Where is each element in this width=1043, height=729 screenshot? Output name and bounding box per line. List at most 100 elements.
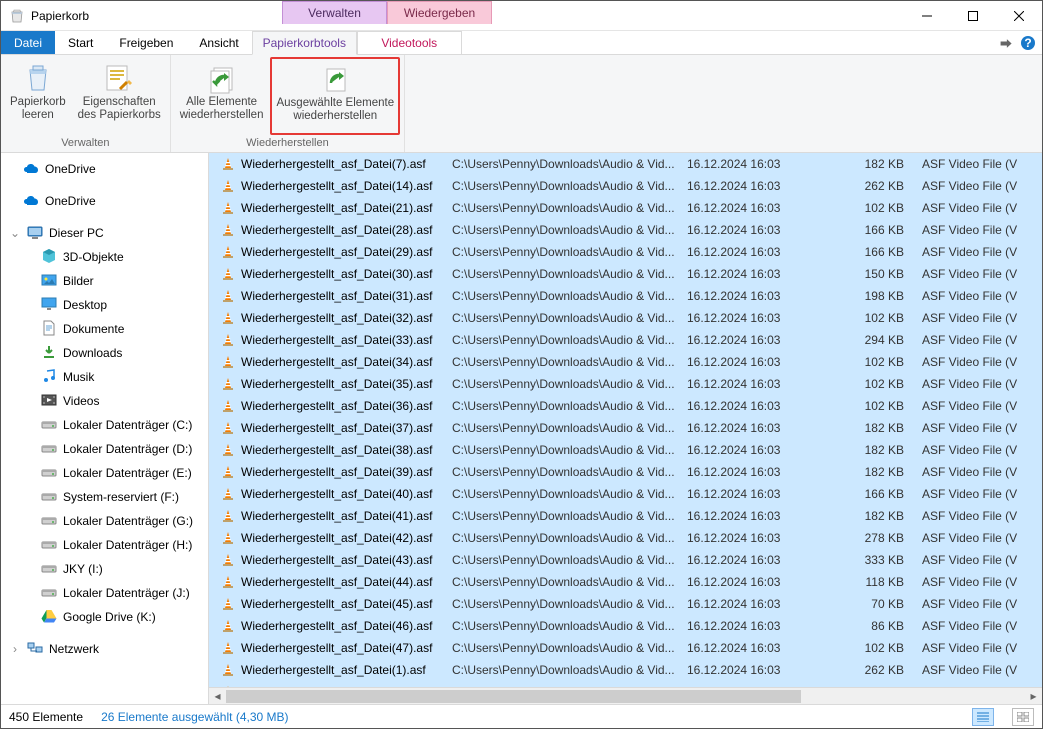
navigation-pane[interactable]: OneDrive OneDrive ⌄ Dieser PC 3D-Objekte… bbox=[1, 153, 209, 704]
help-icon[interactable]: ? bbox=[1020, 35, 1036, 51]
nav-item-2[interactable]: Desktop bbox=[1, 293, 208, 317]
file-row[interactable]: Wiederhergestellt_asf_Datei(40).asfC:\Us… bbox=[209, 483, 1042, 505]
horizontal-scrollbar[interactable]: ◂ ▸ bbox=[209, 687, 1042, 704]
nav-item-6[interactable]: Videos bbox=[1, 389, 208, 413]
file-location: C:\Users\Penny\Downloads\Audio & Vid... bbox=[452, 553, 687, 567]
nav-item-13[interactable]: JKY (I:) bbox=[1, 557, 208, 581]
file-row[interactable]: Wiederhergestellt_asf_Datei(14).asfC:\Us… bbox=[209, 175, 1042, 197]
scroll-right-icon[interactable]: ▸ bbox=[1025, 688, 1042, 705]
nav-item-5[interactable]: Musik bbox=[1, 365, 208, 389]
title-bar: Papierkorb Verwalten Wiedergeben bbox=[1, 1, 1042, 31]
file-type: ASF Video File (V bbox=[922, 509, 1042, 523]
empty-bin-icon bbox=[22, 62, 54, 94]
restore-selected-button[interactable]: Ausgewählte Elemente wiederherstellen bbox=[270, 57, 400, 135]
chevron-right-icon[interactable]: › bbox=[9, 642, 21, 656]
context-tab-manage[interactable]: Verwalten bbox=[282, 1, 387, 24]
file-location: C:\Users\Penny\Downloads\Audio & Vid... bbox=[452, 421, 687, 435]
view-details-button[interactable] bbox=[972, 708, 994, 726]
file-row[interactable]: Wiederhergestellt_asf_Datei(28).asfC:\Us… bbox=[209, 219, 1042, 241]
nav-item-0[interactable]: 3D-Objekte bbox=[1, 245, 208, 269]
minimize-button[interactable] bbox=[904, 1, 950, 31]
menu-share[interactable]: Freigeben bbox=[106, 31, 186, 54]
nav-item-14[interactable]: Lokaler Datenträger (J:) bbox=[1, 581, 208, 605]
file-row[interactable]: Wiederhergestellt_asf_Datei(1).asfC:\Use… bbox=[209, 659, 1042, 681]
context-tab-playback[interactable]: Wiedergeben bbox=[387, 1, 492, 24]
nav-this-pc[interactable]: ⌄ Dieser PC bbox=[1, 221, 208, 245]
file-row[interactable]: Wiederhergestellt_asf_Datei(30).asfC:\Us… bbox=[209, 263, 1042, 285]
properties-icon bbox=[103, 62, 135, 94]
file-type: ASF Video File (V bbox=[922, 487, 1042, 501]
menu-file[interactable]: Datei bbox=[1, 31, 55, 54]
file-date: 16.12.2024 16:03 bbox=[687, 663, 822, 677]
file-row[interactable]: Wiederhergestellt_asf_Datei(32).asfC:\Us… bbox=[209, 307, 1042, 329]
file-row[interactable]: Wiederhergestellt_asf_Datei(35).asfC:\Us… bbox=[209, 373, 1042, 395]
file-row[interactable]: Wiederhergestellt_asf_Datei(34).asfC:\Us… bbox=[209, 351, 1042, 373]
menu-video-tools[interactable]: Videotools bbox=[357, 31, 462, 55]
nav-item-3[interactable]: Dokumente bbox=[1, 317, 208, 341]
vlc-icon bbox=[221, 289, 235, 303]
nav-onedrive[interactable]: OneDrive bbox=[1, 157, 208, 181]
nav-item-8[interactable]: Lokaler Datenträger (D:) bbox=[1, 437, 208, 461]
vlc-icon bbox=[221, 443, 235, 457]
file-type: ASF Video File (V bbox=[922, 465, 1042, 479]
close-button[interactable] bbox=[996, 1, 1042, 31]
nav-item-10[interactable]: System-reserviert (F:) bbox=[1, 485, 208, 509]
file-name: Wiederhergestellt_asf_Datei(43).asf bbox=[237, 553, 452, 567]
file-row[interactable]: Wiederhergestellt_asf_Datei(39).asfC:\Us… bbox=[209, 461, 1042, 483]
file-size: 333 KB bbox=[822, 553, 922, 567]
scroll-thumb[interactable] bbox=[226, 690, 801, 703]
scroll-left-icon[interactable]: ◂ bbox=[209, 688, 226, 705]
vlc-icon bbox=[221, 663, 235, 677]
recycle-bin-properties-button[interactable]: Eigenschaften des Papierkorbs bbox=[73, 57, 166, 135]
file-name: Wiederhergestellt_asf_Datei(28).asf bbox=[237, 223, 452, 237]
nav-item-4[interactable]: Downloads bbox=[1, 341, 208, 365]
file-row[interactable]: Wiederhergestellt_asf_Datei(45).asfC:\Us… bbox=[209, 593, 1042, 615]
chevron-down-icon[interactable]: ⌄ bbox=[9, 226, 21, 240]
maximize-button[interactable] bbox=[950, 1, 996, 31]
nav-item-15[interactable]: Google Drive (K:) bbox=[1, 605, 208, 629]
file-row[interactable]: Wiederhergestellt_asf_Datei(36).asfC:\Us… bbox=[209, 395, 1042, 417]
nav-item-9[interactable]: Lokaler Datenträger (E:) bbox=[1, 461, 208, 485]
nav-network[interactable]: › Netzwerk bbox=[1, 637, 208, 661]
nav-item-1[interactable]: Bilder bbox=[1, 269, 208, 293]
file-name: Wiederhergestellt_asf_Datei(7).asf bbox=[237, 157, 452, 171]
file-type: ASF Video File (V bbox=[922, 531, 1042, 545]
nav-item-12[interactable]: Lokaler Datenträger (H:) bbox=[1, 533, 208, 557]
vlc-icon bbox=[221, 267, 235, 281]
file-size: 166 KB bbox=[822, 245, 922, 259]
file-row[interactable]: Wiederhergestellt_asf_Datei(29).asfC:\Us… bbox=[209, 241, 1042, 263]
file-row[interactable]: Wiederhergestellt_asf_Datei(7).asfC:\Use… bbox=[209, 153, 1042, 175]
view-icons-button[interactable] bbox=[1012, 708, 1034, 726]
menu-recycle-tools[interactable]: Papierkorbtools bbox=[252, 31, 357, 55]
file-name: Wiederhergestellt_asf_Datei(39).asf bbox=[237, 465, 452, 479]
minimize-ribbon-icon[interactable]: ⮕ bbox=[1000, 35, 1012, 52]
file-row[interactable]: Wiederhergestellt_asf_Datei(47).asfC:\Us… bbox=[209, 637, 1042, 659]
file-type: ASF Video File (V bbox=[922, 421, 1042, 435]
file-row[interactable]: Wiederhergestellt_asf_Datei(33).asfC:\Us… bbox=[209, 329, 1042, 351]
empty-recycle-bin-button[interactable]: Papierkorb leeren bbox=[5, 57, 71, 135]
file-type: ASF Video File (V bbox=[922, 355, 1042, 369]
menu-start[interactable]: Start bbox=[55, 31, 106, 54]
drive-icon bbox=[41, 488, 57, 507]
file-row[interactable]: Wiederhergestellt_asf_Datei(46).asfC:\Us… bbox=[209, 615, 1042, 637]
file-row[interactable]: Wiederhergestellt_asf_Datei(44).asfC:\Us… bbox=[209, 571, 1042, 593]
file-row[interactable]: Wiederhergestellt_asf_Datei(31).asfC:\Us… bbox=[209, 285, 1042, 307]
file-date: 16.12.2024 16:03 bbox=[687, 201, 822, 215]
file-row[interactable]: Wiederhergestellt_asf_Datei(37).asfC:\Us… bbox=[209, 417, 1042, 439]
nav-item-7[interactable]: Lokaler Datenträger (C:) bbox=[1, 413, 208, 437]
menu-view[interactable]: Ansicht bbox=[186, 31, 251, 54]
file-row[interactable]: Wiederhergestellt_asf_Datei(42).asfC:\Us… bbox=[209, 527, 1042, 549]
vlc-icon bbox=[221, 333, 235, 347]
file-size: 198 KB bbox=[822, 289, 922, 303]
file-list[interactable]: Wiederhergestellt_asf_Datei(7).asf C:\Use… bbox=[209, 153, 1042, 687]
file-row[interactable]: Wiederhergestellt_asf_Datei(38).asfC:\Us… bbox=[209, 439, 1042, 461]
file-row[interactable]: Wiederhergestellt_asf_Datei(41).asfC:\Us… bbox=[209, 505, 1042, 527]
drive-icon bbox=[41, 440, 57, 459]
file-row[interactable]: Wiederhergestellt_asf_Datei(43).asfC:\Us… bbox=[209, 549, 1042, 571]
nav-onedrive-2[interactable]: OneDrive bbox=[1, 189, 208, 213]
restore-all-button[interactable]: Alle Elemente wiederherstellen bbox=[175, 57, 269, 135]
nav-item-11[interactable]: Lokaler Datenträger (G:) bbox=[1, 509, 208, 533]
vlc-icon bbox=[221, 157, 235, 171]
drive-icon bbox=[41, 464, 57, 483]
file-row[interactable]: Wiederhergestellt_asf_Datei(21).asfC:\Us… bbox=[209, 197, 1042, 219]
